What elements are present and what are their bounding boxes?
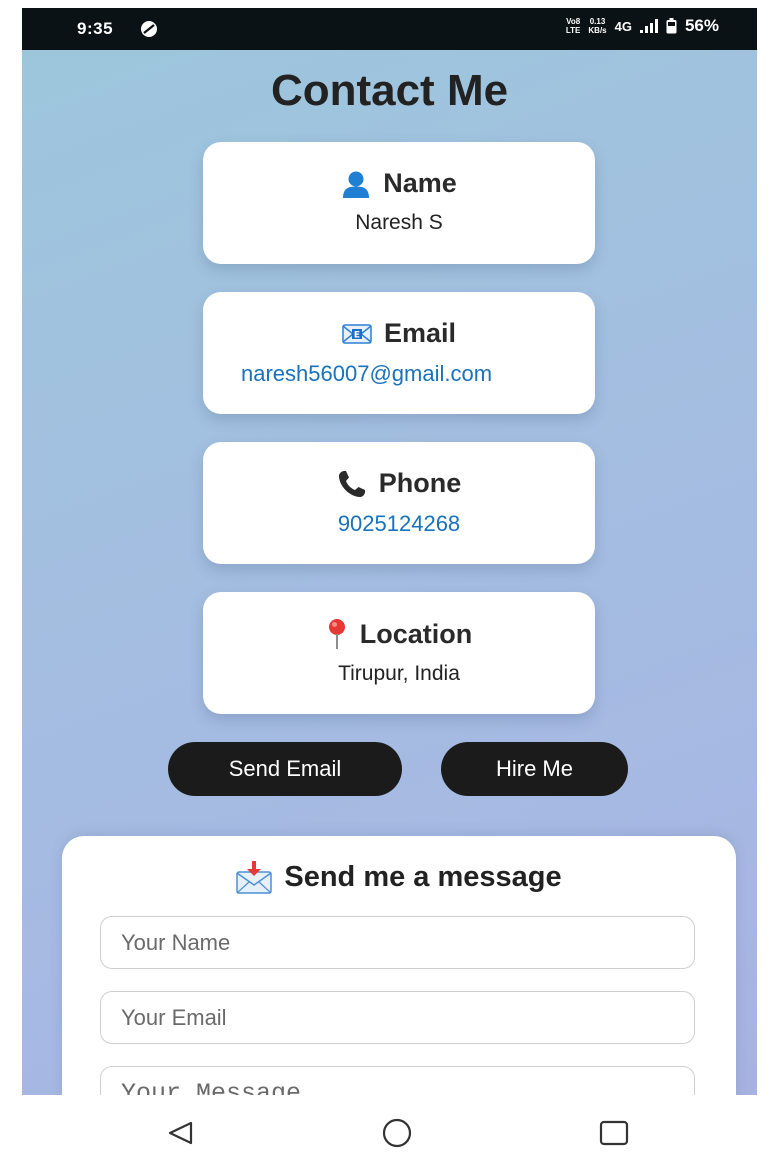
battery-icon	[666, 18, 677, 34]
system-navigation-bar	[0, 1095, 771, 1173]
battery-percent: 56%	[684, 16, 719, 35]
nav-home-button[interactable]	[377, 1113, 417, 1153]
your-name-input[interactable]: Your Name	[100, 916, 695, 969]
form-heading: Send me a message	[62, 860, 736, 894]
nav-back-button[interactable]	[160, 1113, 200, 1153]
hire-me-button[interactable]: Hire Me	[441, 742, 628, 796]
your-email-input[interactable]: Your Email	[100, 991, 695, 1044]
network-type: 4G	[614, 18, 632, 34]
send-email-button[interactable]: Send Email	[168, 742, 402, 796]
status-indicators: Vo8 LTE 0.13 KB/s 4G 56%	[566, 16, 719, 36]
page-title: Contact Me	[270, 66, 509, 115]
person-icon	[343, 171, 370, 198]
phone-card-heading: Phone	[203, 468, 595, 499]
email-link[interactable]: naresh56007@gmail.com	[241, 361, 611, 387]
svg-text:E: E	[354, 330, 360, 340]
phone-link[interactable]: 9025124268	[203, 511, 595, 537]
email-icon: E	[342, 323, 372, 344]
recents-square-icon	[599, 1120, 629, 1146]
status-time: 9:35	[77, 19, 114, 38]
phone-card: Phone 9025124268	[203, 442, 595, 564]
home-circle-icon	[382, 1118, 412, 1148]
email-card: E Email naresh56007@gmail.com	[203, 292, 595, 414]
name-value: Naresh S	[355, 211, 443, 234]
incoming-envelope-icon	[236, 861, 273, 894]
location-label: Location	[359, 618, 473, 649]
app-screen: 9:35 Vo8 LTE 0.13 KB/s 4G 56% Contact Me…	[22, 8, 757, 1095]
name-card: Name Naresh S	[203, 142, 595, 264]
notification-app-icon	[141, 21, 157, 37]
volte-indicator: Vo8 LTE	[565, 17, 581, 35]
phone-icon	[338, 470, 365, 497]
status-bar: 9:35 Vo8 LTE 0.13 KB/s 4G 56%	[22, 8, 757, 50]
email-card-heading: E Email	[203, 318, 595, 349]
message-form-card: Send me a message Your Name Your Email Y…	[62, 836, 736, 1095]
nav-recents-button[interactable]	[594, 1113, 634, 1153]
phone-label: Phone	[378, 468, 462, 498]
form-title: Send me a message	[284, 860, 562, 893]
back-triangle-icon	[168, 1121, 193, 1145]
location-value: Tirupur, India	[338, 662, 460, 685]
map-pin-icon	[328, 619, 345, 649]
your-message-textarea[interactable]: Your Message	[100, 1066, 695, 1095]
location-card-heading: Location	[203, 618, 595, 650]
location-card: Location Tirupur, India	[203, 592, 595, 714]
signal-icon	[639, 19, 658, 33]
name-card-heading: Name	[203, 168, 595, 199]
network-speed: 0.13 KB/s	[588, 17, 607, 35]
name-label: Name	[383, 168, 457, 198]
email-label: Email	[383, 318, 457, 348]
